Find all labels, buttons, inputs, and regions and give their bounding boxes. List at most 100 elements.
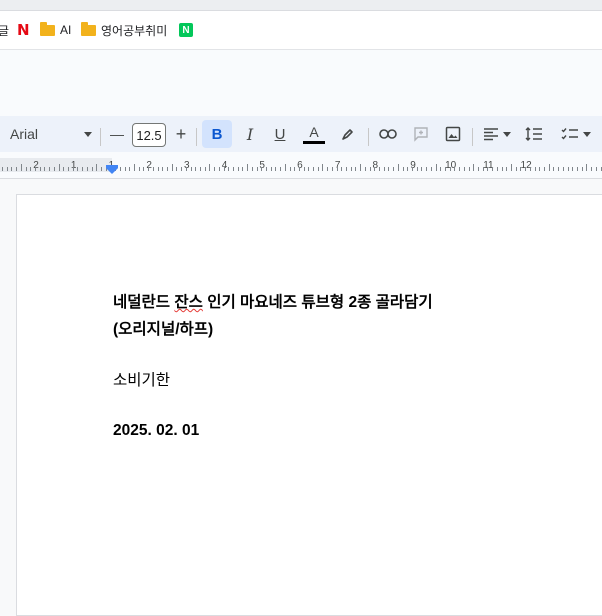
ruler-tick bbox=[407, 167, 409, 171]
bookmark-folder-english-hobby[interactable]: 영어공부취미 bbox=[81, 21, 167, 39]
ruler-tick bbox=[237, 167, 239, 171]
ruler-tick bbox=[364, 167, 366, 171]
horizontal-ruler[interactable]: 21123456789101112 bbox=[0, 152, 602, 179]
highlight-color-button[interactable] bbox=[336, 120, 360, 148]
checklist-icon bbox=[561, 128, 578, 140]
expiry-date[interactable]: 2025. 02. 01 bbox=[113, 422, 199, 440]
ruler-tick bbox=[534, 167, 536, 171]
ruler-tick bbox=[148, 167, 150, 171]
ruler-tick bbox=[16, 167, 18, 171]
decrease-font-size-button[interactable]: — bbox=[108, 120, 126, 148]
ruler-tick bbox=[11, 167, 13, 171]
ruler-tick bbox=[402, 167, 404, 171]
ruler-tick bbox=[492, 167, 494, 171]
ruler-tick bbox=[331, 167, 333, 171]
ruler-tick bbox=[228, 167, 230, 171]
align-dropdown[interactable] bbox=[480, 120, 514, 148]
ruler-tick bbox=[543, 167, 545, 171]
ruler-tick bbox=[421, 167, 423, 171]
ruler-tick bbox=[190, 167, 192, 171]
font-family-label: Arial bbox=[10, 126, 39, 142]
checklist-dropdown[interactable] bbox=[556, 120, 596, 148]
ruler-tick bbox=[562, 167, 564, 171]
underline-button[interactable]: U bbox=[268, 120, 292, 148]
title-text: 네덜란드 bbox=[113, 294, 175, 311]
ruler-tick bbox=[101, 167, 102, 171]
ruler-tick bbox=[515, 167, 517, 171]
ruler-tick bbox=[20, 164, 22, 171]
toolbar-divider bbox=[196, 128, 197, 146]
document-title-line-2[interactable]: (오리지널/하프) bbox=[113, 317, 213, 339]
ruler-tick bbox=[558, 167, 560, 171]
ruler-tick bbox=[572, 167, 574, 171]
expiry-label[interactable]: 소비기한 bbox=[113, 368, 170, 390]
misspelled-word[interactable]: 잔스 bbox=[174, 294, 203, 311]
ruler-tick bbox=[129, 167, 131, 171]
text-color-button[interactable]: A bbox=[302, 120, 326, 148]
indent-marker[interactable] bbox=[106, 165, 118, 174]
ruler-tick bbox=[171, 164, 173, 171]
bookmark-folder-ai[interactable]: AI bbox=[40, 21, 71, 39]
naver-icon: N bbox=[179, 23, 193, 37]
folder-icon bbox=[81, 21, 96, 36]
ruler-tick bbox=[313, 167, 314, 171]
ruler-tick bbox=[336, 167, 338, 171]
bookmark-label: 영어공부취미 bbox=[101, 23, 168, 38]
ruler-tick bbox=[275, 167, 277, 171]
ruler-tick bbox=[251, 167, 253, 171]
ruler-tick bbox=[463, 167, 465, 171]
ruler-tick bbox=[501, 167, 503, 171]
insert-image-button[interactable] bbox=[441, 120, 465, 148]
ruler-tick bbox=[270, 167, 272, 171]
bookmark-netflix[interactable]: N bbox=[17, 21, 30, 39]
ruler-tick bbox=[176, 167, 178, 171]
toolbar-divider bbox=[368, 128, 369, 146]
link-icon bbox=[379, 129, 397, 139]
ruler-tick bbox=[473, 164, 475, 171]
italic-button[interactable]: I bbox=[238, 120, 262, 148]
ruler-tick bbox=[91, 167, 93, 171]
ruler-tick bbox=[525, 167, 527, 171]
ruler-tick bbox=[25, 167, 27, 171]
ruler-tick bbox=[346, 167, 347, 171]
ruler-tick bbox=[303, 167, 305, 171]
ruler-tick bbox=[86, 167, 88, 171]
ruler-tick bbox=[350, 167, 352, 171]
add-comment-button[interactable] bbox=[409, 120, 433, 148]
ruler-tick bbox=[567, 167, 569, 171]
ruler-tick bbox=[162, 167, 164, 171]
increase-font-size-button[interactable]: + bbox=[172, 120, 190, 148]
ruler-tick bbox=[482, 167, 484, 171]
ruler-tick bbox=[247, 164, 249, 171]
text-color-swatch bbox=[303, 141, 325, 144]
ruler-tick bbox=[379, 167, 380, 171]
ruler-tick bbox=[72, 167, 74, 171]
chevron-down-icon bbox=[503, 131, 511, 137]
ruler-tick bbox=[53, 167, 55, 171]
bold-button[interactable]: B bbox=[202, 120, 232, 148]
document-page[interactable] bbox=[16, 194, 602, 616]
ruler-tick bbox=[209, 164, 211, 171]
ruler-tick bbox=[341, 167, 343, 171]
ruler-tick bbox=[261, 167, 263, 171]
ruler-tick bbox=[68, 167, 69, 171]
ruler-tick bbox=[487, 167, 489, 171]
ruler-tick bbox=[539, 167, 541, 171]
ruler-tick bbox=[388, 167, 390, 171]
ruler-tick bbox=[35, 167, 36, 171]
ruler-tick bbox=[280, 167, 281, 171]
line-spacing-icon bbox=[525, 127, 542, 141]
ruler-tick bbox=[374, 167, 376, 171]
font-family-dropdown[interactable]: Arial bbox=[10, 120, 92, 148]
ruler-tick bbox=[440, 167, 442, 171]
ruler-tick bbox=[397, 164, 399, 171]
insert-link-button[interactable] bbox=[376, 120, 400, 148]
ruler-tick bbox=[218, 167, 220, 171]
document-title-line-1[interactable]: 네덜란드 잔스 인기 마요네즈 튜브형 2종 골라담기 bbox=[113, 290, 433, 312]
bookmark-label: AI bbox=[60, 23, 72, 37]
bookmark-partial[interactable]: 글 bbox=[0, 21, 9, 39]
bookmark-naver[interactable]: N bbox=[179, 21, 193, 39]
line-spacing-button[interactable] bbox=[522, 120, 546, 148]
font-size-input[interactable]: 12.5 bbox=[132, 123, 166, 147]
ruler-tick bbox=[459, 167, 461, 171]
